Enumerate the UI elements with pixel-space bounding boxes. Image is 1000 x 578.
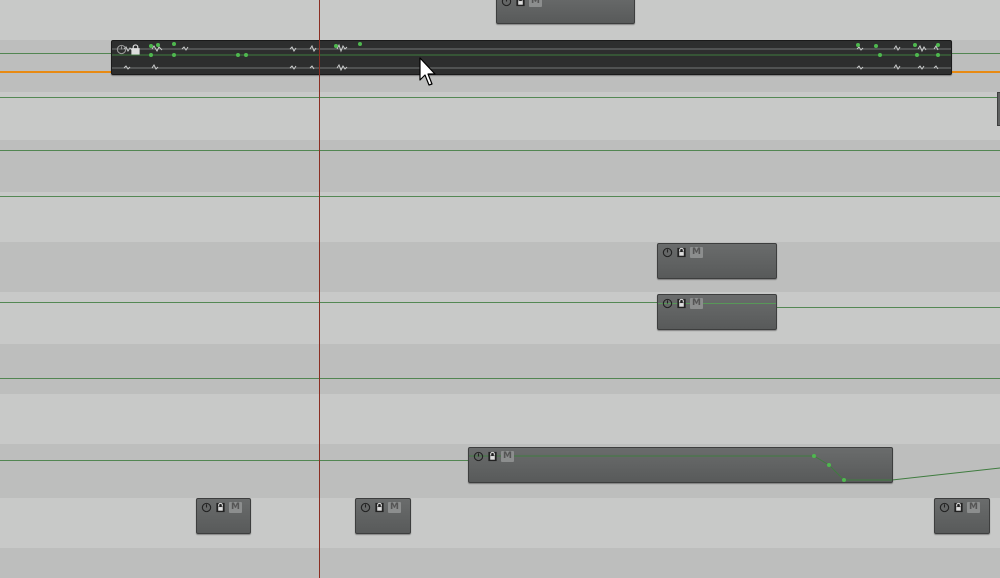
clock-icon[interactable] — [473, 451, 484, 462]
region[interactable]: M — [657, 294, 777, 330]
waveform — [112, 42, 951, 72]
region[interactable]: M — [934, 498, 990, 534]
track-lane[interactable] — [0, 140, 1000, 192]
automation-line[interactable] — [0, 196, 1000, 197]
lock-icon[interactable] — [215, 502, 226, 513]
mute-button[interactable]: M — [690, 247, 703, 258]
automation-line[interactable] — [0, 97, 1000, 98]
region[interactable]: M — [468, 447, 893, 483]
track-lane[interactable] — [0, 344, 1000, 394]
clock-icon[interactable] — [201, 502, 212, 513]
track-lane[interactable] — [0, 498, 1000, 548]
automation-ramp[interactable] — [892, 460, 1000, 482]
clock-icon[interactable] — [662, 298, 673, 309]
clock-icon[interactable] — [501, 0, 512, 7]
clock-icon[interactable] — [360, 502, 371, 513]
region[interactable]: M — [496, 0, 635, 24]
lock-icon[interactable] — [676, 298, 687, 309]
mute-button[interactable]: M — [529, 0, 542, 7]
automation-line[interactable] — [776, 307, 1000, 308]
mute-button[interactable]: M — [229, 502, 242, 513]
clock-icon[interactable] — [939, 502, 950, 513]
region[interactable]: M — [355, 498, 411, 534]
region-automation — [469, 454, 892, 482]
mute-button[interactable]: M — [501, 451, 514, 462]
mouse-cursor-icon — [419, 57, 436, 86]
lock-icon[interactable] — [130, 44, 141, 55]
automation-line[interactable] — [0, 460, 470, 461]
track-lane[interactable] — [0, 242, 1000, 292]
automation-line[interactable] — [0, 302, 660, 303]
arrange-canvas[interactable]: M M M M M M M — [0, 0, 1000, 578]
playhead[interactable] — [319, 0, 320, 578]
region[interactable]: M — [196, 498, 251, 534]
lock-icon[interactable] — [515, 0, 526, 7]
lock-icon[interactable] — [953, 502, 964, 513]
mute-button[interactable]: M — [967, 502, 980, 513]
automation-line[interactable] — [0, 150, 1000, 151]
lock-icon[interactable] — [487, 451, 498, 462]
track-lane[interactable] — [0, 192, 1000, 242]
track-lane[interactable] — [0, 394, 1000, 444]
track-lane[interactable] — [0, 292, 1000, 344]
mute-button[interactable]: M — [690, 298, 703, 309]
track-lane[interactable] — [0, 548, 1000, 578]
selected-audio-region[interactable] — [111, 40, 952, 75]
automation-line[interactable] — [0, 378, 1000, 379]
mute-button[interactable]: M — [388, 502, 401, 513]
lock-icon[interactable] — [676, 247, 687, 258]
track-lane[interactable] — [0, 92, 1000, 140]
lock-icon[interactable] — [374, 502, 385, 513]
clock-icon[interactable] — [116, 44, 127, 55]
clock-icon[interactable] — [662, 247, 673, 258]
region[interactable]: M — [657, 243, 777, 279]
